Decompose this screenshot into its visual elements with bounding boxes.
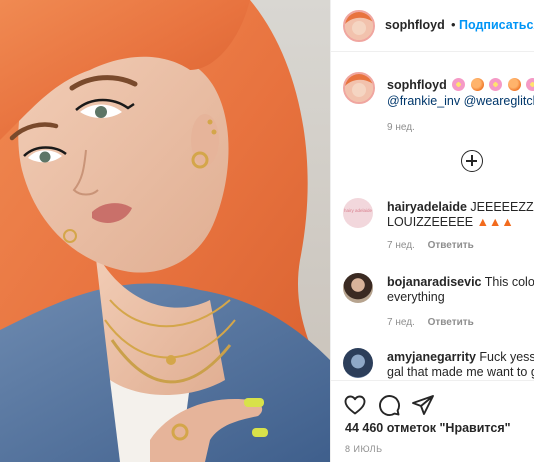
follow-button[interactable]: Подписаться	[459, 18, 534, 32]
author-avatar[interactable]	[343, 10, 375, 42]
heart-icon[interactable]	[343, 393, 367, 417]
caption-author-avatar[interactable]	[343, 72, 375, 104]
fire-icon: ▲	[501, 215, 514, 229]
cherry-blossom-icon	[452, 78, 466, 91]
load-more-comments-icon[interactable]	[461, 150, 483, 172]
share-icon[interactable]	[411, 393, 435, 417]
comment-username[interactable]: hairyadelaide	[387, 200, 467, 214]
separator-dot: •	[451, 17, 456, 32]
comment-username[interactable]: bojanaradisevic	[387, 275, 482, 289]
post-photo[interactable]	[0, 0, 330, 462]
comment-text: hairyadelaide JEEEEEZZEEE LOUIZZEEEEE ▲▲…	[387, 200, 534, 229]
comment-text: amyjanegarrity Fuck yesss gal that made …	[387, 350, 534, 379]
reply-button[interactable]: Ответить	[428, 240, 474, 251]
comment-timestamp: 7 нед.	[387, 240, 415, 251]
cherry-blossom-icon	[489, 78, 503, 91]
caption-line-1: sophfloyd	[387, 78, 534, 92]
fire-icon: ▲	[476, 215, 489, 229]
peach-icon	[470, 78, 484, 91]
caption-username[interactable]: sophfloyd	[387, 78, 447, 92]
comment-timestamp: 7 нед.	[387, 317, 415, 328]
caption-timestamp: 9 нед.	[387, 122, 415, 133]
post-actions: 44 460 отметок "Нравится" 8 ИЮЛЬ	[331, 380, 534, 462]
fire-icon: ▲	[489, 215, 502, 229]
comment-icon[interactable]	[377, 393, 401, 417]
post-header: sophfloyd • Подписаться	[331, 0, 534, 52]
likes-count[interactable]: 44 460 отметок "Нравится"	[345, 421, 511, 435]
portrait-illustration	[0, 0, 330, 462]
caption-mentions[interactable]: @frankie_inv @weareglitchc	[387, 94, 534, 108]
reply-button[interactable]: Ответить	[428, 317, 474, 328]
cherry-blossom-icon	[526, 78, 534, 91]
avatar-logo-text: hairy adelaide	[343, 208, 373, 213]
comment-meta: 7 нед. Ответить	[387, 240, 474, 251]
commenter-avatar[interactable]	[343, 348, 373, 378]
post-date: 8 ИЮЛЬ	[345, 444, 383, 454]
comment-text: bojanaradisevic This colou everything	[387, 275, 534, 304]
commenter-avatar[interactable]: hairy adelaide	[343, 198, 373, 228]
comment-item: bojanaradisevic This colou everything 7 …	[331, 273, 534, 333]
comment-item: hairy adelaide hairyadelaide JEEEEEZZEEE…	[331, 198, 534, 258]
header-username[interactable]: sophfloyd	[385, 18, 445, 32]
comment-username[interactable]: amyjanegarrity	[387, 350, 476, 364]
peach-icon	[507, 78, 521, 91]
comment-meta: 7 нед. Ответить	[387, 317, 474, 328]
commenter-avatar[interactable]	[343, 273, 373, 303]
post-side-panel: sophfloyd • Подписаться sophfloyd @frank…	[330, 0, 534, 462]
